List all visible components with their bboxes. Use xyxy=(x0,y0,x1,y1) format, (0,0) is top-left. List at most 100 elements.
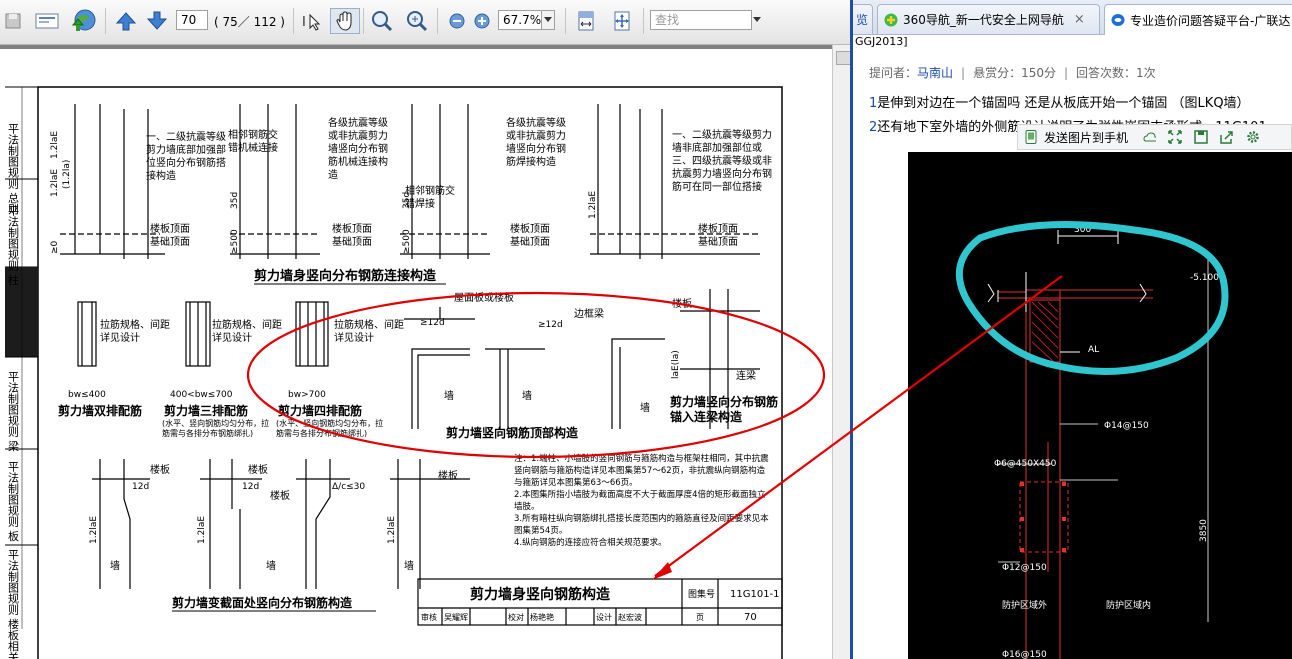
foundation-top-2: 基础顶面 xyxy=(332,235,372,248)
search-dropdown-icon[interactable] xyxy=(751,14,763,26)
tb-designer: 赵宏波 xyxy=(618,612,642,622)
dim-500: ≥500 xyxy=(230,229,240,254)
dim-bw-700: 400<bw≤700 xyxy=(170,390,233,400)
splice-note-2: 相邻钢筋交错机械连接 xyxy=(228,130,278,154)
previous-page-icon[interactable] xyxy=(114,8,138,34)
search-input[interactable]: 查找 xyxy=(650,10,752,30)
tab-360-navigation[interactable]: 360导航_新一代安全上网导航 × xyxy=(877,4,1100,34)
zoom-out-icon[interactable] xyxy=(446,8,468,34)
slab-top-2: 楼板顶面 xyxy=(332,222,372,235)
index-label-slab-related: 平法制图规则 楼板相关构造 xyxy=(7,549,20,659)
zoom-in-icon[interactable] xyxy=(471,8,493,34)
hand-tool-icon[interactable] xyxy=(330,8,360,34)
cad-height: 3850 xyxy=(1199,519,1209,542)
fit-width-icon[interactable] xyxy=(573,8,599,34)
dim-lap-c: 1.2laE xyxy=(588,191,598,219)
dynamic-zoom-icon[interactable] xyxy=(404,8,430,34)
cad-left-label: 防护区域外 xyxy=(1002,599,1047,611)
dim-500-b: ≥500 xyxy=(402,229,412,254)
label-wall-4: 墙 xyxy=(110,559,120,572)
foundation-top-4: 基础顶面 xyxy=(698,235,738,248)
dim-lap-d: 1.2laE xyxy=(89,516,99,544)
tie-note-3: 拉筋规格、间距详见设计 xyxy=(334,320,404,344)
title-double-row: 剪力墙双排配筋 xyxy=(58,403,142,418)
cad-rebar-1: Φ14@150 xyxy=(1104,421,1149,431)
phone-send-icon[interactable] xyxy=(1024,130,1038,144)
dim-lae: laE(la) xyxy=(671,350,681,379)
dim-le30: Δ/c≤30 xyxy=(332,482,365,492)
note-4: 4.纵向钢筋的连接应符合相关规范要求。 xyxy=(514,538,667,548)
svg-text:I: I xyxy=(302,15,306,30)
index-label-beam: 平法制图规则 梁 xyxy=(7,371,20,452)
label-wall-6: 墙 xyxy=(404,559,414,572)
notes-block: 注：1.端柱、小墙肢的竖向钢筋与箍筋构造与框架柱相同，其中抗震竖向钢筋与箍筋构造… xyxy=(514,453,770,549)
tb-review: 审核 xyxy=(421,612,437,622)
globe-upload-icon[interactable] xyxy=(68,8,98,34)
expand-icon[interactable] xyxy=(1168,130,1182,144)
title-vertical-splice: 剪力墙身竖向分布钢筋连接构造 xyxy=(254,268,437,284)
note-3: 3.所有暗柱纵向钢筋绑扎搭接长度范围内的箍筋直径及间距要求见本图集第54页。 xyxy=(514,514,769,536)
cad-drawing-image[interactable]: 300 -5.100 AL Φ14@150 Φ6@450X450 Φ12@150… xyxy=(908,152,1292,659)
close-tab-icon[interactable]: × xyxy=(1074,12,1085,27)
dim-lap-e: 1.2laE xyxy=(197,516,207,544)
tab-glodon-qa[interactable]: 专业造价问题答疑平台-广联达 xyxy=(1104,4,1292,35)
tie-note-2: 拉筋规格、间距详见设计 xyxy=(212,320,282,344)
title-top: 剪力墙竖向钢筋顶部构造 xyxy=(446,425,579,440)
atlas-label: 图集号 xyxy=(688,588,715,600)
splice-note-3: 各级抗震等级或非抗震剪力墙竖向分布钢筋机械连接构造 xyxy=(328,118,388,181)
label-wall-5: 墙 xyxy=(266,559,276,572)
note-2: 2.本图集所指小墙肢为截面高度不大于截面厚度4倍的矩形截面独立墙肢。 xyxy=(514,490,766,512)
save-image-icon[interactable] xyxy=(1194,130,1208,144)
pdf-viewer-window: 70 ( 75／ 112 ) I 67.7% 查找 平法制图规则 总则 平法制图… xyxy=(0,0,854,659)
page-number-input[interactable]: 70 xyxy=(176,10,208,30)
slab-top-1: 楼板顶面 xyxy=(150,222,190,235)
image-toolbar: 发送图片到手机 xyxy=(1017,124,1292,150)
tab-360-title: 360导航_新一代安全上网导航 xyxy=(903,13,1064,27)
tab-glodon-title: 专业造价问题答疑平台-广联达 xyxy=(1130,13,1291,28)
cad-rebar-3: Φ12@150 xyxy=(1002,563,1047,573)
tb-page-number: 70 xyxy=(744,612,757,623)
title-section-change: 剪力墙变截面处竖向分布钢筋构造 xyxy=(172,595,353,610)
pdf-page: 平法制图规则 总则 平法制图规则 柱 平法制图规则 梁 平法制图规则 板 平法制… xyxy=(0,49,832,659)
question-meta: 提问者：马南山 | 悬赏分：150分 | 回答次数：1次 xyxy=(869,66,1156,80)
marquee-zoom-icon[interactable] xyxy=(369,8,395,34)
cloud-icon[interactable] xyxy=(1142,130,1157,144)
settings-gear-icon[interactable] xyxy=(1246,130,1260,144)
dim-35d: 35d xyxy=(230,192,240,209)
asker-link[interactable]: 马南山 xyxy=(917,66,953,80)
slab-top-3: 楼板顶面 xyxy=(510,222,550,235)
question-line-1: 1是伸到对边在一个锚固吗 还是从板底开始一个锚固 （图LKQ墙） xyxy=(869,96,1250,111)
foundation-top-1: 基础顶面 xyxy=(150,235,190,248)
zoom-dropdown-icon[interactable] xyxy=(541,10,555,30)
index-label-column: 平法制图规则 柱 xyxy=(7,205,20,286)
cad-dim-elevation: -5.100 xyxy=(1190,273,1219,283)
tab-previous-partial[interactable]: 览 xyxy=(853,4,873,34)
share-icon[interactable] xyxy=(1220,130,1234,144)
fit-page-icon[interactable] xyxy=(609,8,635,34)
zoom-level-input[interactable]: 67.7% xyxy=(498,10,542,30)
atlas-number: 11G101-1 xyxy=(730,589,780,600)
document-properties-icon[interactable] xyxy=(34,8,60,34)
foundation-top-3: 基础顶面 xyxy=(510,235,550,248)
tb-check: 校对 xyxy=(508,612,524,622)
label-wall-3: 墙 xyxy=(640,401,650,414)
tb-page-label: 页 xyxy=(696,613,704,622)
splice-note-6: 一、二级抗震等级剪力墙非底部加强部位或三、四级抗震等级或非抗震剪力墙竖向分布钢筋… xyxy=(672,130,772,193)
breadcrumb: GGJ2013] xyxy=(855,35,908,48)
text-select-icon[interactable]: I xyxy=(299,8,323,34)
document-area[interactable]: 平法制图规则 总则 平法制图规则 柱 平法制图规则 梁 平法制图规则 板 平法制… xyxy=(0,45,832,659)
label-edge-beam: 边框梁 xyxy=(574,307,604,320)
dim-lap-a-2: 1.2laE xyxy=(50,131,60,159)
dim-12d-d: 12d xyxy=(242,482,259,492)
answer-count: 回答次数：1次 xyxy=(1076,66,1156,80)
label-slab-5: 楼板 xyxy=(438,469,458,482)
title-quad-row: 剪力墙四排配筋 xyxy=(278,403,362,418)
send-to-phone-label[interactable]: 发送图片到手机 xyxy=(1044,129,1128,146)
save-icon[interactable] xyxy=(2,8,24,34)
dim-lap-a: 1.2laE xyxy=(50,169,60,197)
dim-zero: ≥0 xyxy=(50,240,60,254)
cad-rebar-4: Φ16@150 xyxy=(1002,650,1047,659)
label-wall-2: 墙 xyxy=(522,389,532,402)
dim-12d-c: 12d xyxy=(132,482,149,492)
next-page-icon[interactable] xyxy=(145,8,169,34)
